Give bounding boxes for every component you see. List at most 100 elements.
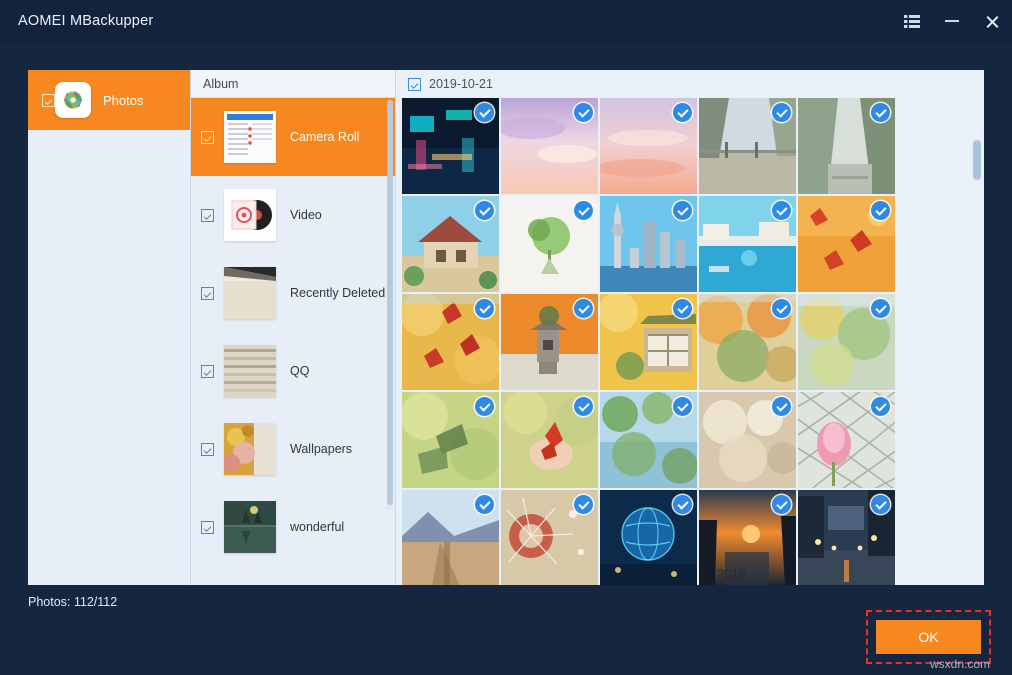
date-group-header: 2019-10-21	[396, 70, 984, 98]
category-column: Photos	[28, 70, 190, 585]
album-item-wallpapers[interactable]: Wallpapers	[191, 410, 395, 488]
photo-cell[interactable]	[798, 392, 895, 488]
vinyl-record-thumb	[224, 189, 276, 241]
photo-cell[interactable]	[402, 294, 499, 390]
photo-grid: 2018	[396, 98, 984, 585]
photo-selected-check[interactable]	[574, 495, 593, 514]
photo-cell[interactable]: 2018	[699, 490, 796, 585]
photo-selected-check[interactable]	[772, 397, 791, 416]
album-label: Video	[290, 208, 322, 222]
photo-selected-check[interactable]	[475, 201, 494, 220]
photo-selected-check[interactable]	[475, 299, 494, 318]
photo-cell[interactable]	[501, 490, 598, 585]
album-label: Camera Roll	[290, 130, 359, 144]
photo-selected-check[interactable]	[475, 103, 494, 122]
photo-selected-check[interactable]	[673, 495, 692, 514]
photo-grid-panel: 2019-10-21	[395, 70, 984, 585]
list-view-icon[interactable]	[892, 0, 932, 42]
photo-selected-check[interactable]	[871, 299, 890, 318]
minimize-button[interactable]	[932, 0, 972, 42]
svg-text:2018: 2018	[717, 566, 746, 581]
photo-cell[interactable]	[699, 294, 796, 390]
album-label: wonderful	[290, 520, 344, 534]
app-title: AOMEI MBackupper	[18, 13, 153, 29]
album-checkbox[interactable]	[201, 365, 214, 378]
album-checkbox[interactable]	[201, 443, 214, 456]
album-label: QQ	[290, 364, 309, 378]
photo-selected-check[interactable]	[772, 103, 791, 122]
photo-cell[interactable]	[798, 98, 895, 194]
category-checkbox[interactable]	[42, 94, 55, 107]
window-controls	[892, 0, 1012, 42]
photo-cell[interactable]	[501, 98, 598, 194]
photo-selected-check[interactable]	[673, 103, 692, 122]
photo-cell[interactable]	[798, 490, 895, 585]
beige-wall-thumb	[224, 267, 276, 319]
photo-selected-check[interactable]	[772, 299, 791, 318]
album-checkbox[interactable]	[201, 287, 214, 300]
photo-cell[interactable]	[798, 196, 895, 292]
title-bar: AOMEI MBackupper	[0, 0, 1012, 42]
ok-button[interactable]: OK	[876, 620, 981, 654]
photo-selected-check[interactable]	[673, 397, 692, 416]
category-item-photos[interactable]: Photos	[28, 70, 190, 130]
photo-cell[interactable]	[600, 196, 697, 292]
photo-cell[interactable]	[402, 196, 499, 292]
album-checkbox[interactable]	[201, 209, 214, 222]
photo-cell[interactable]	[699, 196, 796, 292]
photo-selected-check[interactable]	[871, 201, 890, 220]
album-header: Album	[191, 70, 395, 98]
album-scrollbar-thumb[interactable]	[387, 100, 393, 505]
photo-selected-check[interactable]	[574, 103, 593, 122]
photo-count-status: Photos: 112/112	[28, 595, 117, 609]
album-scrollbar[interactable]	[387, 100, 393, 510]
photo-selected-check[interactable]	[772, 495, 791, 514]
photo-cell[interactable]	[501, 392, 598, 488]
photo-cell[interactable]	[501, 196, 598, 292]
album-label: Wallpapers	[290, 442, 352, 456]
photo-cell[interactable]	[798, 294, 895, 390]
photo-selected-check[interactable]	[574, 299, 593, 318]
photo-cell[interactable]	[402, 392, 499, 488]
photo-cell[interactable]	[402, 490, 499, 585]
photo-cell[interactable]	[501, 294, 598, 390]
striped-paper-thumb	[224, 345, 276, 397]
album-item-wonderful[interactable]: wonderful	[191, 488, 395, 566]
photo-selected-check[interactable]	[673, 201, 692, 220]
photo-cell[interactable]	[600, 294, 697, 390]
category-label: Photos	[103, 93, 143, 108]
album-item-recently-deleted[interactable]: Recently Deleted	[191, 254, 395, 332]
photo-selected-check[interactable]	[574, 397, 593, 416]
photo-cell[interactable]	[402, 98, 499, 194]
screenshot-list-thumb	[224, 111, 276, 163]
photo-cell[interactable]	[699, 98, 796, 194]
date-group-label: 2019-10-21	[429, 77, 493, 91]
photo-cell[interactable]	[600, 490, 697, 585]
photo-cell[interactable]	[699, 392, 796, 488]
photo-selected-check[interactable]	[871, 397, 890, 416]
photo-cell[interactable]	[600, 392, 697, 488]
lake-reflection-thumb	[224, 501, 276, 553]
date-group-checkbox[interactable]	[408, 78, 421, 91]
photos-pinwheel-icon	[55, 82, 91, 118]
album-item-camera-roll[interactable]: Camera Roll	[191, 98, 395, 176]
album-label: Recently Deleted	[290, 286, 385, 300]
gold-floral-thumb	[224, 423, 276, 475]
album-checkbox[interactable]	[201, 521, 214, 534]
photo-cell[interactable]	[600, 98, 697, 194]
photo-grid-scrollbar-thumb[interactable]	[973, 140, 981, 180]
photo-selected-check[interactable]	[871, 103, 890, 122]
photo-selected-check[interactable]	[673, 299, 692, 318]
album-checkbox[interactable]	[201, 131, 214, 144]
album-item-video[interactable]: Video	[191, 176, 395, 254]
photo-selected-check[interactable]	[772, 201, 791, 220]
close-button[interactable]	[972, 0, 1012, 42]
photo-selected-check[interactable]	[574, 201, 593, 220]
photo-selected-check[interactable]	[475, 495, 494, 514]
album-column: Album	[190, 70, 395, 585]
photo-selected-check[interactable]	[475, 397, 494, 416]
watermark: wsxdn.com	[930, 657, 990, 671]
photo-selected-check[interactable]	[871, 495, 890, 514]
album-item-qq[interactable]: QQ	[191, 332, 395, 410]
workspace: Photos Album	[28, 70, 984, 585]
